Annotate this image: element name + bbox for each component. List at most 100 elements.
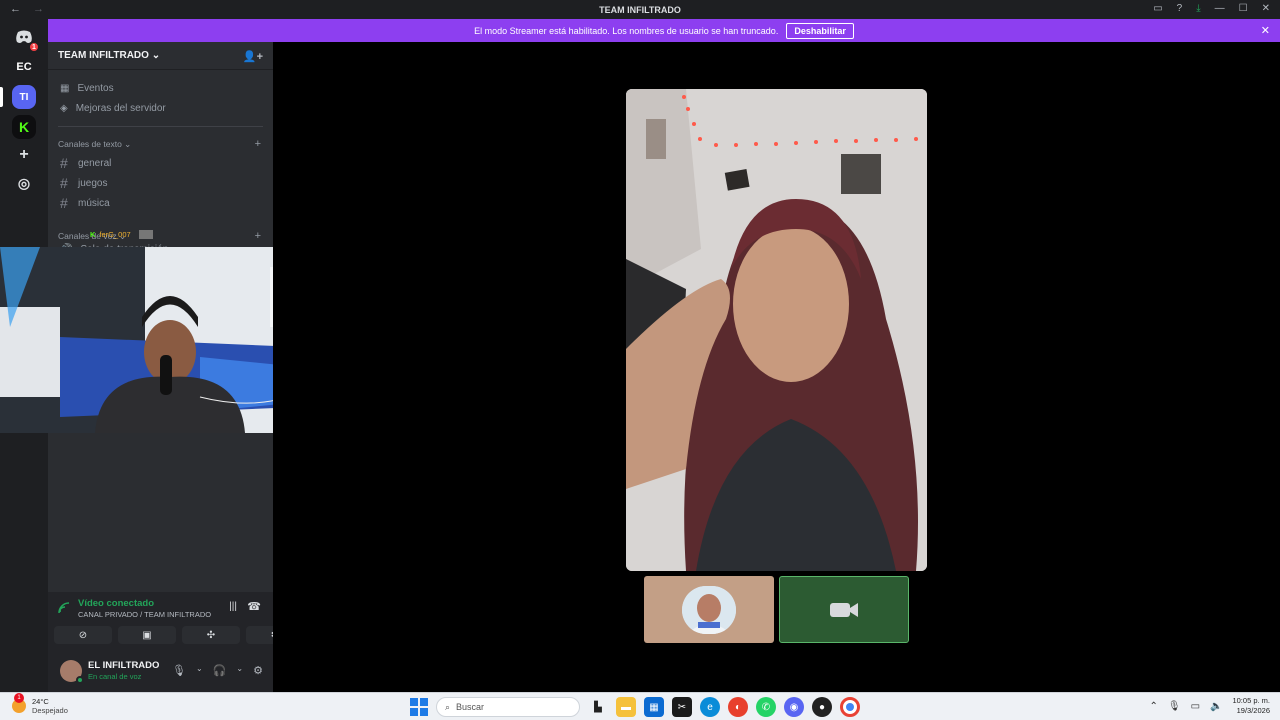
weather-sun-icon: 1 — [12, 693, 26, 713]
camera-off-button[interactable]: ⊘ — [54, 626, 112, 644]
online-status-dot — [76, 676, 84, 684]
weather-temp: 24°C — [32, 697, 49, 706]
title-bar: ← → TEAM INFILTRADO ▭ ? ⤓ — ☐ ✕ — [0, 0, 1280, 19]
share-screen-button[interactable]: ▣ — [118, 626, 176, 644]
edge-icon[interactable]: e — [700, 697, 720, 717]
chrome-icon[interactable] — [840, 697, 860, 717]
maximize-button[interactable]: ☐ — [1239, 3, 1248, 14]
voice-connection-panel: Vídeo conectado CANAL PRIVADO / TEAM INF… — [48, 592, 304, 652]
kick-icon: K — [90, 230, 96, 239]
add-server-icon[interactable]: + — [12, 143, 36, 167]
minimize-button[interactable]: — — [1215, 3, 1225, 14]
channel-label: música — [78, 197, 110, 209]
hash-icon: # — [60, 155, 68, 171]
invite-icon[interactable]: 👤+ — [243, 50, 263, 63]
participant-tile-camera-off[interactable] — [779, 576, 909, 643]
add-channel-icon[interactable]: + — [255, 138, 261, 150]
file-explorer-icon[interactable]: ▬ — [616, 697, 636, 717]
download-icon[interactable]: ⤓ — [1196, 3, 1200, 14]
channel-juegos[interactable]: # juegos — [48, 173, 273, 193]
activities-button[interactable]: ✣ — [182, 626, 240, 644]
gear-icon[interactable]: ⚙ — [253, 664, 263, 677]
text-channels-category[interactable]: Canales de texto ⌄ + — [48, 135, 273, 153]
taskbar-apps: ⌕ Buscar ▙ ▬ ▦ ✂ e ◐ ✆ ◉ ● — [410, 697, 860, 717]
server-team-infiltrado[interactable]: TI — [12, 85, 36, 109]
events-label: Eventos — [77, 82, 114, 94]
disable-streamer-button[interactable]: Deshabilitar — [786, 22, 854, 39]
clock[interactable]: 10:05 p. m. 19/3/2026 — [1232, 696, 1270, 716]
voice-action-buttons: ⊘ ▣ ✣ ✱ — [54, 626, 304, 644]
username[interactable]: EL INFILTRADO — [88, 660, 159, 671]
calendar-icon: ▦ — [60, 82, 70, 94]
weather-widget[interactable]: 1 24°C Despejado — [12, 693, 68, 715]
boost-icon: ◈ — [60, 102, 68, 114]
search-placeholder: Buscar — [456, 702, 485, 712]
channel-label: juegos — [78, 177, 108, 189]
voice-member-name: ferG_007 — [99, 230, 131, 239]
voice-status: Vídeo conectado — [78, 598, 155, 609]
close-banner-icon[interactable]: ✕ — [1261, 24, 1270, 37]
server-kick[interactable]: K — [12, 115, 36, 139]
server-ec[interactable]: EC — [12, 55, 36, 79]
windows-start-icon[interactable] — [410, 698, 428, 716]
streamer-mode-banner: El modo Streamer está habilitado. Los no… — [48, 19, 1280, 42]
camera-icon — [830, 602, 858, 617]
direct-messages-button[interactable]: 1 — [12, 25, 40, 53]
participant-avatar — [682, 585, 736, 634]
browser-icon[interactable]: ◐ — [728, 697, 748, 717]
capcut-icon[interactable]: ✂ — [672, 697, 692, 717]
focused-video-tile[interactable] — [626, 89, 927, 571]
avatar-image — [682, 585, 736, 634]
taskbar-search[interactable]: ⌕ Buscar — [436, 697, 580, 717]
video-feed-image — [626, 89, 927, 571]
whatsapp-icon[interactable]: ✆ — [756, 697, 776, 717]
chevron-down-icon[interactable]: ⌄ — [236, 664, 243, 677]
discord-taskbar-icon[interactable]: ◉ — [784, 697, 804, 717]
microphone-tray-icon[interactable]: 🎙 — [1168, 701, 1181, 712]
voice-member[interactable]: K ferG_007 — [90, 230, 153, 239]
disconnect-icon[interactable]: ☎ — [247, 600, 261, 613]
search-icon: ⌕ — [445, 701, 451, 712]
guild-header[interactable]: TEAM INFILTRADO ⌄ 👤+ — [48, 42, 273, 70]
boost-label: Mejoras del servidor — [75, 102, 166, 114]
volume-icon[interactable]: 🔈 — [1210, 701, 1222, 712]
date: 19/3/2026 — [1236, 706, 1270, 715]
active-server-indicator — [0, 87, 3, 107]
close-window-button[interactable]: ✕ — [1262, 3, 1270, 14]
events-item[interactable]: ▦ Eventos — [48, 78, 273, 98]
channel-musica[interactable]: # música — [48, 193, 273, 213]
system-tray: ⌃ 🎙 ▭ 🔈 10:05 p. m. 19/3/2026 — [1149, 696, 1270, 716]
voice-channel-path[interactable]: CANAL PRIVADO / TEAM INFILTRADO — [78, 610, 211, 619]
network-icon[interactable]: ▭ — [1191, 701, 1200, 712]
participant-tile-avatar[interactable] — [644, 576, 774, 643]
guild-name: TEAM INFILTRADO ⌄ — [58, 50, 161, 61]
hash-icon: # — [60, 195, 68, 211]
help-icon[interactable]: ? — [1177, 3, 1183, 14]
user-controls: 🎙 ⌄ 🎧 ⌄ ⚙ — [172, 664, 263, 677]
channel-general[interactable]: # general — [48, 153, 273, 173]
notification-badge: 1 — [28, 41, 40, 53]
banner-text: El modo Streamer está habilitado. Los no… — [474, 25, 779, 36]
noise-suppression-icon[interactable]: ||| — [229, 601, 237, 612]
signal-icon — [58, 602, 70, 614]
divider — [58, 126, 263, 127]
window-controls: ▭ ? ⤓ — ☐ ✕ — [1153, 3, 1270, 14]
category-label: Canales de texto ⌄ — [58, 138, 132, 149]
weather-desc: Despejado — [32, 706, 68, 715]
task-view-icon[interactable]: ▙ — [588, 697, 608, 717]
window-title: TEAM INFILTRADO — [599, 5, 681, 15]
channel-label: general — [78, 157, 112, 169]
user-panel: EL INFILTRADO En canal de voz 🎙 ⌄ 🎧 ⌄ ⚙ — [48, 652, 273, 692]
explore-icon[interactable]: ◎ — [12, 171, 36, 195]
store-icon[interactable]: ▦ — [644, 697, 664, 717]
time: 10:05 p. m. — [1232, 696, 1270, 705]
obs-icon[interactable]: ● — [812, 697, 832, 717]
microphone-icon[interactable]: 🎙 — [172, 664, 186, 677]
chevron-down-icon[interactable]: ⌄ — [196, 664, 203, 677]
add-channel-icon[interactable]: + — [255, 230, 261, 242]
inbox-icon[interactable]: ▭ — [1153, 3, 1162, 14]
server-boost-item[interactable]: ◈ Mejoras del servidor — [48, 98, 273, 118]
weather-badge: 1 — [14, 693, 24, 703]
headphones-icon[interactable]: 🎧 — [213, 664, 227, 677]
chevron-up-icon[interactable]: ⌃ — [1149, 701, 1157, 712]
